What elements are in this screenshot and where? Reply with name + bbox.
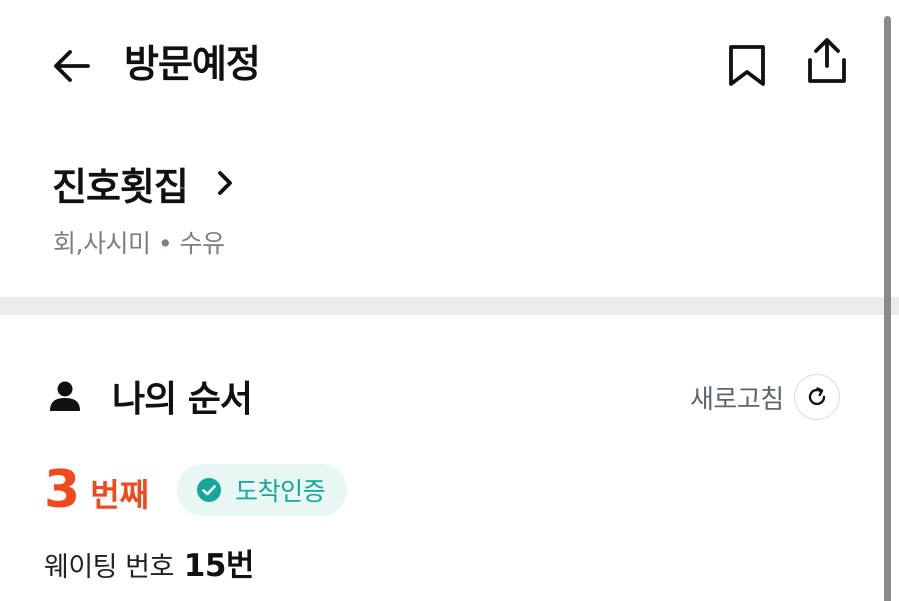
queue-rank-unit: 번째 [90,476,150,514]
arrow-left-icon [54,50,90,82]
queue-rank-number: 3 [44,460,81,520]
chevron-right-icon [217,171,232,195]
queue-rank-row: 3 번째 도착인증 [44,452,348,528]
top-app-bar: 방문예정 [0,0,899,130]
person-icon [50,381,80,411]
check-circle-icon [197,478,222,502]
refresh-icon [808,387,825,406]
bookmark-icon [729,45,765,86]
refresh-label: 새로고침 [690,384,784,415]
back-button[interactable] [48,43,94,89]
arrival-verified-badge: 도착인증 [177,464,348,516]
page-title: 방문예정 [124,42,261,86]
my-order-header: 나의 순서 [48,370,253,422]
store-name: 진호횟집 [52,164,189,209]
store-link[interactable]: 진호횟집 [52,153,240,213]
refresh-icon-wrap [793,374,840,420]
waiting-number-label: 웨이팅 번호 [44,552,174,583]
waiting-detail-screen: 방문예정 진호횟집 회,사시미 • 수유 나의 순서 새로고침 3 번째 도착인… [0,0,899,601]
my-order-title: 나의 순서 [112,379,253,420]
share-icon [808,38,846,83]
bookmark-button[interactable] [726,42,768,88]
waiting-number-value: 15번 [183,548,255,584]
share-button[interactable] [804,36,850,86]
waiting-number-row: 웨이팅 번호 15번 [44,540,254,586]
refresh-button[interactable]: 새로고침 [690,373,840,421]
scrollbar[interactable] [884,16,891,601]
arrival-verified-label: 도착인증 [235,477,326,506]
section-divider [0,297,899,315]
store-category: 회,사시미 • 수유 [53,229,225,258]
